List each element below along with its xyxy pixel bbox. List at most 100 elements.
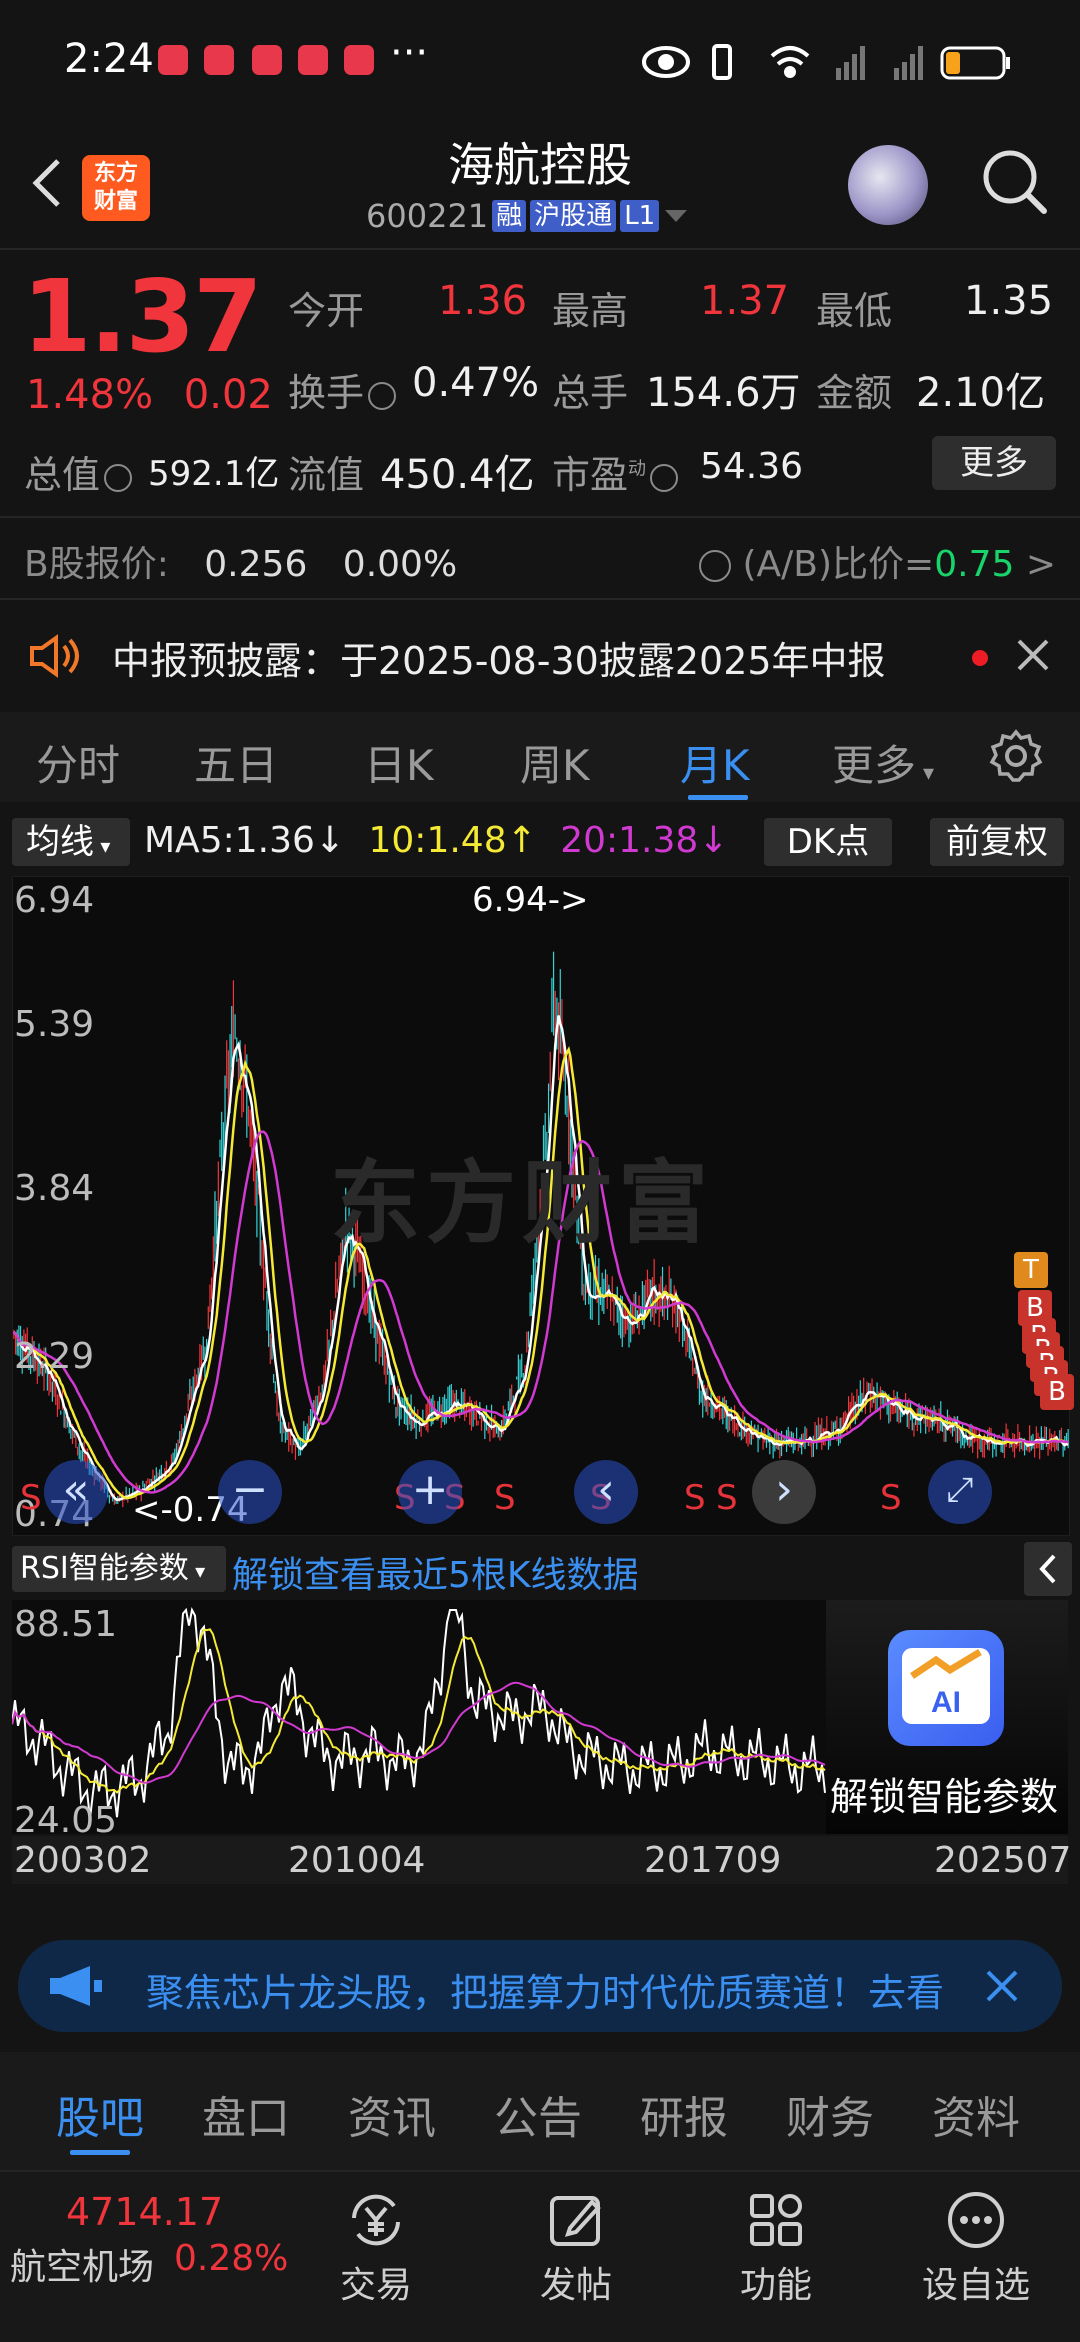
announcement-text: 中报预披露：于2025-08-30披露2025年中报 [112, 639, 886, 683]
rsi-line-12 [11, 1628, 826, 1794]
speaker-icon [30, 634, 79, 678]
active-tab-indicator [688, 795, 748, 800]
sell-marker: S [684, 1478, 706, 1518]
rsi-line-6 [11, 1607, 826, 1819]
value-market-cap: 592.1亿 [148, 454, 280, 494]
ab-ratio-value: 0.75 [934, 544, 1015, 585]
collapse-button[interactable] [1024, 1542, 1072, 1596]
sell-marker: S [20, 1478, 42, 1518]
change-amount: 0.02 [183, 372, 273, 418]
ai-chart-icon: AI [902, 1648, 990, 1724]
close-icon[interactable] [1016, 638, 1050, 672]
post-button[interactable]: 发帖 [496, 2172, 656, 2308]
promo-banner[interactable]: 聚焦芯片龙头股，把握算力时代优质赛道！去看 [18, 1940, 1062, 2032]
ma10-value: 10:1.48↑ [368, 820, 537, 861]
scroll-right-icon[interactable]: › [752, 1460, 816, 1524]
close-icon[interactable] [984, 1968, 1020, 2004]
tab-announcements[interactable]: 公告 [494, 2082, 582, 2146]
ai-icon-text: AI [931, 1686, 961, 1719]
sector-name: 航空机场 [10, 2247, 155, 2288]
x-tick: 200302 [14, 1840, 152, 1881]
chart-tabs: 分时 五日 日K 周K 月K 更多 ▾ [0, 712, 1080, 802]
b-share-price: 0.256 [204, 544, 308, 585]
tag-connect: 沪股通 [530, 200, 617, 232]
t-marker: T [1014, 1252, 1048, 1288]
tab-weekly-k[interactable]: 周K [520, 732, 590, 793]
sell-marker: S [716, 1478, 738, 1518]
y-tick: 2.29 [14, 1336, 95, 1377]
add-watchlist-button[interactable]: 设自选 [896, 2172, 1056, 2308]
trade-label: 交易 [339, 2265, 412, 2306]
scroll-left-fast-icon[interactable]: « [44, 1460, 108, 1524]
tab-five-day[interactable]: 五日 [194, 732, 278, 793]
tab-finance[interactable]: 财务 [786, 2082, 874, 2146]
stock-header: 东方财富 海航控股 600221 融 沪股通 L1 [0, 125, 1080, 248]
tab-daily-k[interactable]: 日K [364, 732, 434, 793]
stock-code-row[interactable]: 600221 融 沪股通 L1 [366, 197, 689, 235]
value-volume: 154.6万 [646, 370, 801, 416]
ma-selector-button[interactable]: 均线 ▾ [12, 818, 130, 866]
tab-profile[interactable]: 资料 [932, 2082, 1020, 2146]
notification-icon [158, 45, 188, 75]
x-tick: 201709 [644, 1840, 782, 1881]
x-tick: 202507 [934, 1840, 1072, 1881]
banner-text: 聚焦芯片龙头股，把握算力时代优质赛道！去看 [146, 1971, 945, 2015]
status-bar: 2:24 ··· [0, 0, 1080, 125]
x-tick: 201004 [288, 1840, 426, 1881]
sector-index[interactable]: 4714.17 航空机场 0.28% [0, 2172, 300, 2342]
unlock-kline-link[interactable]: 解锁查看最近5根K线数据 [232, 1546, 639, 1598]
sector-index-value: 4714.17 [66, 2190, 224, 2234]
label-amount: 金额 [816, 371, 893, 415]
tab-monthly-k[interactable]: 月K [680, 732, 750, 793]
tab-more[interactable]: 更多 ▾ [832, 732, 934, 793]
chevron-left-icon [1039, 1554, 1056, 1584]
label-high: 最高 [552, 289, 629, 333]
help-icon[interactable] [699, 550, 732, 582]
x-axis: 200302 201004 201709 202507 [12, 1836, 1072, 1884]
tag-margin: 融 [492, 200, 527, 232]
value-float-cap: 450.4亿 [380, 452, 535, 498]
rsi-y-tick: 24.05 [14, 1800, 118, 1841]
search-icon[interactable] [980, 147, 1050, 217]
rsi-row: RSI智能参数 ▾ 解锁查看最近5根K线数据 [0, 1538, 1080, 1598]
tag-level: L1 [620, 200, 660, 232]
fullscreen-icon[interactable]: ⤢ [928, 1460, 992, 1524]
tab-forum[interactable]: 股吧 [56, 2082, 144, 2146]
trade-button[interactable]: 交易 [296, 2172, 456, 2308]
more-quote-button[interactable]: 更多 [932, 436, 1056, 490]
info-icon[interactable] [368, 381, 397, 410]
zoom-out-icon[interactable]: − [218, 1460, 282, 1524]
label-float-cap: 流值 [288, 453, 365, 497]
zoom-in-icon[interactable]: + [398, 1460, 462, 1524]
rsi-y-tick: 88.51 [14, 1604, 118, 1645]
tab-research[interactable]: 研报 [640, 2082, 728, 2146]
ai-unlock-label: 解锁智能参数 [830, 1775, 1059, 1819]
gear-icon[interactable] [988, 728, 1044, 784]
divider [0, 516, 1080, 518]
current-price: 1.37 [22, 258, 263, 375]
tab-news[interactable]: 资讯 [348, 2082, 436, 2146]
ma5-value: MA5:1.36↓ [144, 820, 346, 861]
rsi-selector-button[interactable]: RSI智能参数 ▾ [12, 1546, 226, 1592]
b-marker: B [1040, 1374, 1074, 1410]
tab-intraday[interactable]: 分时 [36, 732, 120, 793]
yen-trade-icon [352, 2194, 400, 2246]
announcement-bar[interactable]: 中报预披露：于2025-08-30披露2025年中报 [0, 608, 1080, 704]
sell-marker: S [494, 1478, 516, 1518]
ab-ratio-row[interactable]: (A/B)比价=0.75 > [695, 535, 1056, 587]
ma10-line [12, 1045, 1069, 1500]
info-tabs: 股吧 盘口 资讯 公告 研报 财务 资料 [0, 2052, 1080, 2170]
assistant-robot-icon[interactable] [848, 145, 928, 225]
status-time: 2:24 [64, 36, 154, 82]
tab-orderbook[interactable]: 盘口 [202, 2082, 290, 2146]
function-button[interactable]: 功能 [696, 2172, 856, 2308]
scroll-left-icon[interactable]: ‹ [574, 1460, 638, 1524]
bottom-toolbar: 4714.17 航空机场 0.28% 交易 发帖 功能 设自选 [0, 2170, 1080, 2342]
price-change: 1.48% 0.02 [26, 372, 273, 418]
value-open: 1.36 [438, 278, 528, 324]
adjust-button[interactable]: 前复权 [930, 818, 1064, 866]
info-icon[interactable] [650, 463, 679, 492]
info-icon[interactable] [104, 463, 133, 492]
ai-unlock-panel[interactable]: AI 解锁智能参数 [826, 1600, 1068, 1834]
dk-point-button[interactable]: DK点 [764, 818, 892, 866]
